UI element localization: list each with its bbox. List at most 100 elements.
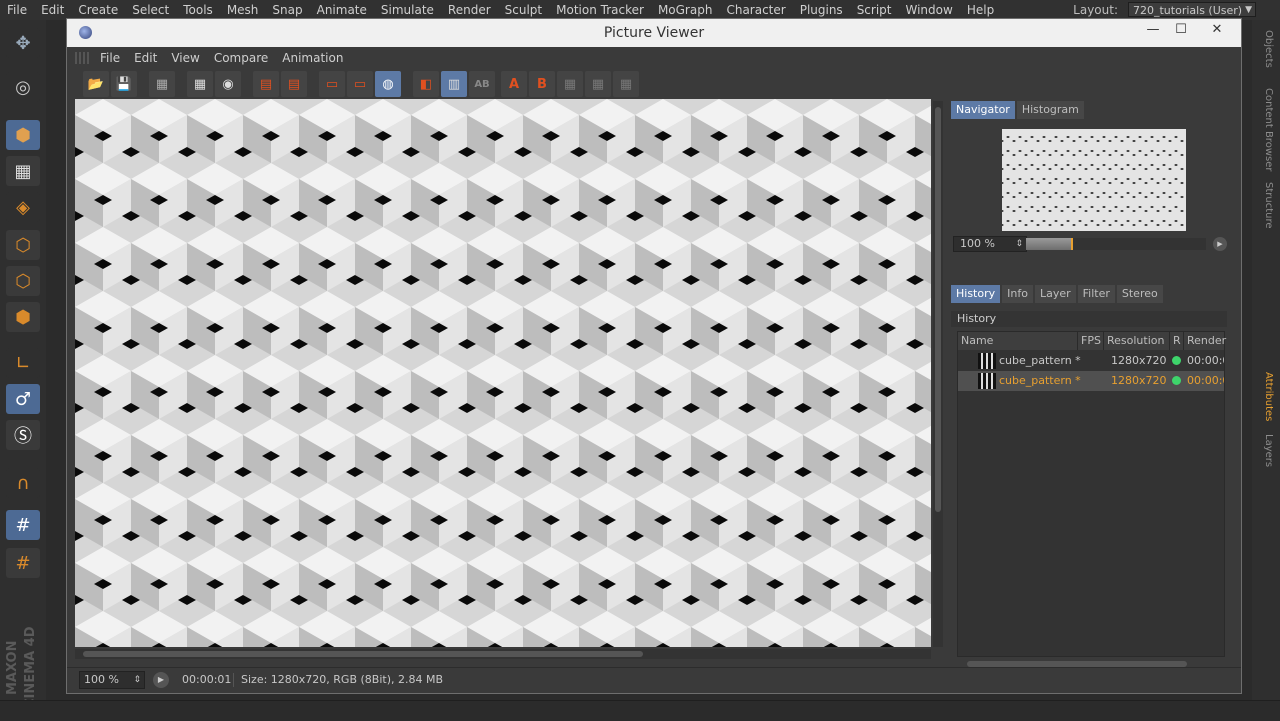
viewer-menu-animation[interactable]: Animation xyxy=(275,51,350,65)
tab-history[interactable]: History xyxy=(951,285,1001,303)
set-b-button[interactable]: B xyxy=(529,71,555,97)
axis-icon[interactable]: ∟ xyxy=(6,348,40,378)
color-channels-icon[interactable]: ◍ xyxy=(375,71,401,97)
menu-snap[interactable]: Snap xyxy=(265,0,309,20)
menu-render[interactable]: Render xyxy=(441,0,498,20)
main-menubar: File Edit Create Select Tools Mesh Snap … xyxy=(0,0,1280,20)
spinner-icon[interactable]: ⇕ xyxy=(1015,237,1023,251)
slider-handle[interactable] xyxy=(1071,238,1073,250)
open-file-icon[interactable]: 📂 xyxy=(83,71,109,97)
tab-navigator[interactable]: Navigator xyxy=(951,101,1015,119)
menu-script[interactable]: Script xyxy=(850,0,899,20)
maximize-button[interactable]: ☐ xyxy=(1165,19,1197,41)
history-group-label: History xyxy=(951,311,1227,327)
scroll-thumb[interactable] xyxy=(967,661,1187,667)
menu-sculpt[interactable]: Sculpt xyxy=(498,0,549,20)
export-sequence-icon[interactable]: ▤ xyxy=(281,71,307,97)
menu-file[interactable]: File xyxy=(0,0,34,20)
close-button[interactable]: ✕ xyxy=(1201,19,1233,41)
layout-select[interactable]: 720_tutorials (User) ▼ xyxy=(1128,2,1256,17)
menu-edit[interactable]: Edit xyxy=(34,0,71,20)
column-fps[interactable]: FPS xyxy=(1078,332,1104,350)
menu-plugins[interactable]: Plugins xyxy=(793,0,850,20)
menu-character[interactable]: Character xyxy=(719,0,792,20)
menu-animate[interactable]: Animate xyxy=(310,0,374,20)
menu-select[interactable]: Select xyxy=(125,0,176,20)
export-icon[interactable]: ▤ xyxy=(253,71,279,97)
navigator-zoom-slider[interactable] xyxy=(1026,238,1206,250)
move-tool-icon[interactable]: ✥ xyxy=(6,28,40,58)
compare-split-icon[interactable]: ▥ xyxy=(441,71,467,97)
menu-window[interactable]: Window xyxy=(899,0,960,20)
grid-view-icon[interactable]: ▦ xyxy=(187,71,213,97)
stereo-left-icon[interactable]: ▦ xyxy=(557,71,583,97)
column-render[interactable]: Render xyxy=(1184,332,1226,350)
navigator-preview[interactable] xyxy=(1002,129,1186,231)
texture-mode-icon[interactable]: ▦ xyxy=(6,156,40,186)
viewer-menu-edit[interactable]: Edit xyxy=(127,51,164,65)
crop-render-icon[interactable]: ▭ xyxy=(347,71,373,97)
column-r[interactable]: R xyxy=(1170,332,1184,350)
navigator-next-button[interactable]: ▶ xyxy=(1213,237,1227,251)
tab-filter[interactable]: Filter xyxy=(1077,285,1115,303)
tab-stereo[interactable]: Stereo xyxy=(1116,285,1163,303)
grid-lock-icon[interactable]: # xyxy=(6,510,40,540)
menu-help[interactable]: Help xyxy=(960,0,1001,20)
spinner-icon[interactable]: ⇕ xyxy=(133,672,141,688)
scroll-thumb[interactable] xyxy=(83,651,643,657)
polygons-mode-icon[interactable]: ⬢ xyxy=(6,302,40,332)
save-icon[interactable]: 💾 xyxy=(111,71,137,97)
stereo-right-icon[interactable]: ▦ xyxy=(585,71,611,97)
column-resolution[interactable]: Resolution xyxy=(1104,332,1170,350)
viewer-menu-compare[interactable]: Compare xyxy=(207,51,275,65)
menu-mesh[interactable]: Mesh xyxy=(220,0,266,20)
menu-create[interactable]: Create xyxy=(71,0,125,20)
render-canvas[interactable] xyxy=(75,99,931,647)
dock-tab-attributes[interactable]: Attributes xyxy=(1258,372,1274,421)
tweak-icon[interactable]: ♂ xyxy=(6,384,40,414)
viewer-menu-file[interactable]: File xyxy=(93,51,127,65)
column-name[interactable]: Name xyxy=(958,332,1078,350)
canvas-vertical-scrollbar[interactable] xyxy=(933,101,943,647)
render-settings-icon[interactable]: ▦ xyxy=(149,71,175,97)
region-render-icon[interactable]: ▭ xyxy=(319,71,345,97)
tab-info[interactable]: Info xyxy=(1002,285,1033,303)
tab-histogram[interactable]: Histogram xyxy=(1016,101,1084,119)
solo-icon[interactable]: Ⓢ xyxy=(6,420,40,450)
points-mode-icon[interactable]: ⬡ xyxy=(6,230,40,260)
menu-motion-tracker[interactable]: Motion Tracker xyxy=(549,0,651,20)
viewer-menu-view[interactable]: View xyxy=(164,51,206,65)
workplane-icon[interactable]: ◈ xyxy=(6,192,40,222)
dock-tab-structure[interactable]: Structure xyxy=(1258,182,1274,229)
window-titlebar[interactable]: Picture Viewer — ☐ ✕ xyxy=(67,19,1241,48)
model-mode-icon[interactable]: ⬢ xyxy=(6,120,40,150)
scroll-thumb[interactable] xyxy=(935,107,941,512)
history-horizontal-scrollbar[interactable] xyxy=(957,659,1225,669)
menu-tools[interactable]: Tools xyxy=(176,0,220,20)
layout-label: Layout: xyxy=(1073,3,1118,17)
dock-tab-layers[interactable]: Layers xyxy=(1258,434,1274,467)
history-row[interactable]: cube_pattern * 1280x720 00:00:04 xyxy=(958,351,1224,371)
slider-fill xyxy=(1026,238,1071,250)
maxon-cinema4d-logo: MAXON CINEMA 4D xyxy=(5,626,38,709)
history-row[interactable]: cube_pattern * 1280x720 00:00:07 xyxy=(958,371,1224,391)
menu-mograph[interactable]: MoGraph xyxy=(651,0,720,20)
dock-tab-content-browser[interactable]: Content Browser xyxy=(1258,88,1274,171)
canvas-horizontal-scrollbar[interactable] xyxy=(75,649,931,659)
edit-mode-icon[interactable]: ◎ xyxy=(6,72,40,102)
workplane-lock-icon[interactable]: # xyxy=(6,548,40,578)
viewer-side-panel: Navigator Histogram 100 % ⇕ ▶ History In… xyxy=(949,99,1239,667)
zoom-field[interactable]: 100 % ⇕ xyxy=(79,671,145,689)
dock-tab-objects[interactable]: Objects xyxy=(1258,30,1274,68)
snap-magnet-icon[interactable]: ∩ xyxy=(6,468,40,498)
navigator-zoom-field[interactable]: 100 % ⇕ xyxy=(953,236,1027,252)
render-view-icon[interactable]: ◉ xyxy=(215,71,241,97)
menu-simulate[interactable]: Simulate xyxy=(374,0,441,20)
set-a-button[interactable]: A xyxy=(501,71,527,97)
edges-mode-icon[interactable]: ⬡ xyxy=(6,266,40,296)
compare-ab-icon[interactable]: ◧ xyxy=(413,71,439,97)
swap-ab-button[interactable]: AB xyxy=(469,71,495,97)
play-button[interactable]: ▶ xyxy=(153,672,169,688)
tab-layer[interactable]: Layer xyxy=(1034,285,1076,303)
stereo-both-icon[interactable]: ▦ xyxy=(613,71,639,97)
